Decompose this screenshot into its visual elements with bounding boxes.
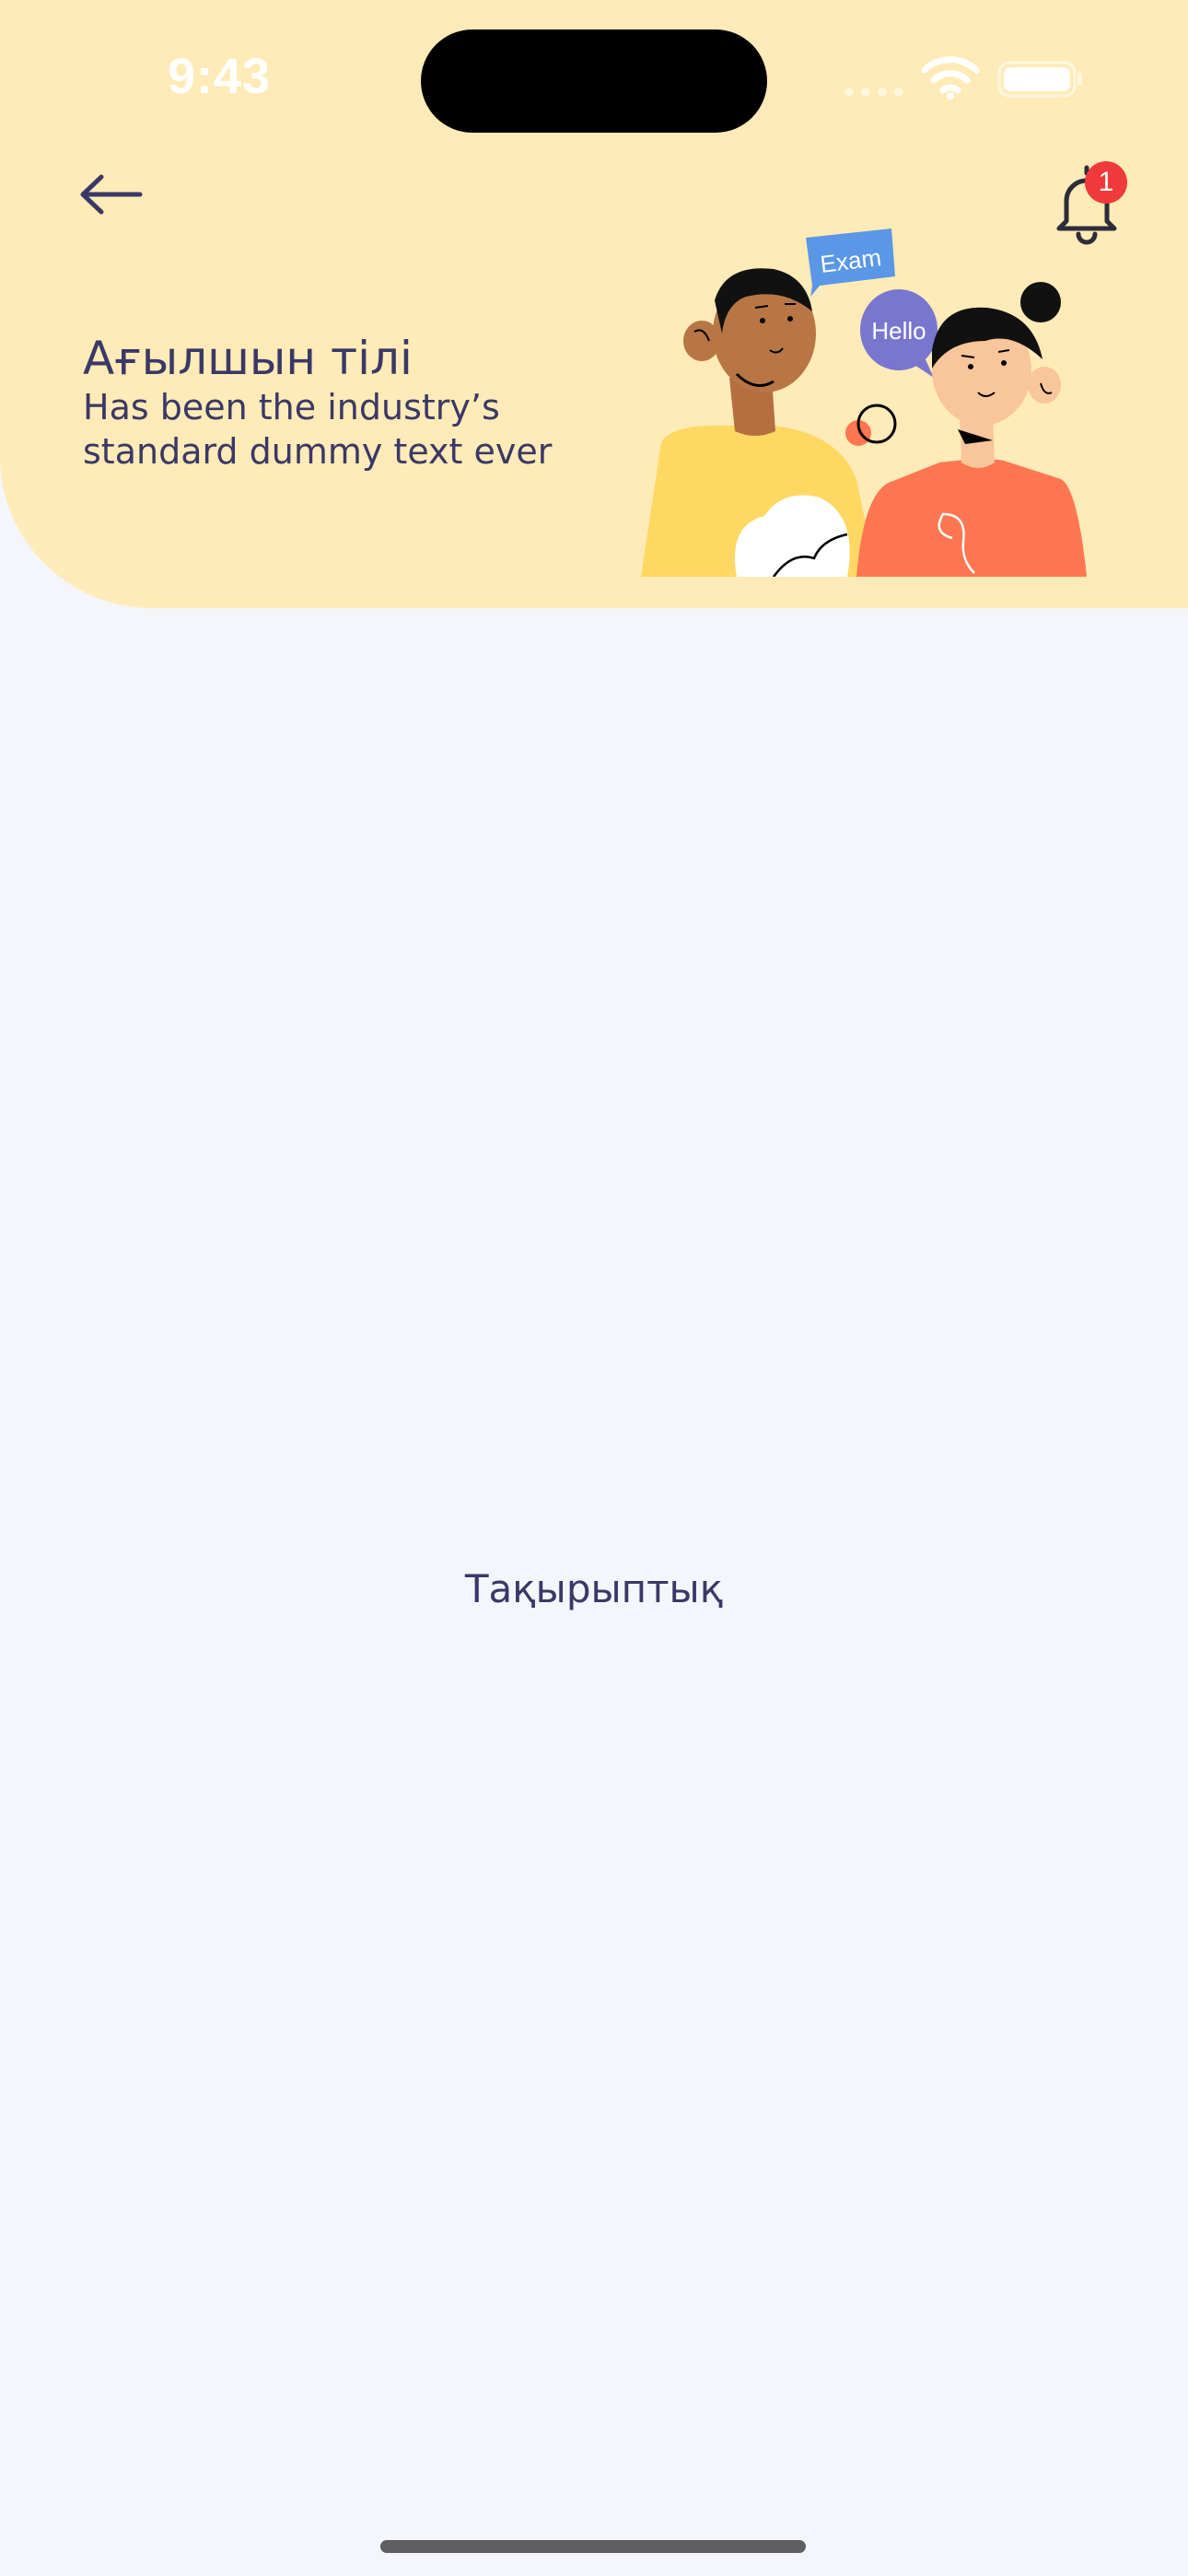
back-arrow-icon[interactable]	[74, 164, 149, 225]
battery-icon	[997, 61, 1082, 98]
hello-bubble-text: Hello	[871, 317, 926, 345]
students-illustration: Exam Hello	[641, 228, 1087, 577]
dynamic-island	[421, 29, 767, 133]
cellular-signal-icon	[844, 88, 903, 97]
page-title: Ағылшын тілі	[83, 332, 413, 385]
topic-label: Тақырыптық	[464, 1566, 724, 1611]
page-subtitle: Has been the industry’s standard dummy t…	[83, 387, 553, 472]
wifi-icon	[921, 56, 980, 100]
notification-badge: 1	[1085, 161, 1127, 204]
hello-speech-bubble: Hello	[860, 289, 938, 378]
header-banner: 9:43 1 Ағылшын тілі Has been the industr…	[0, 0, 1188, 608]
status-bar-time: 9:43	[168, 49, 272, 104]
exam-speech-bubble: Exam	[806, 228, 895, 297]
home-indicator[interactable]	[380, 2540, 806, 2553]
